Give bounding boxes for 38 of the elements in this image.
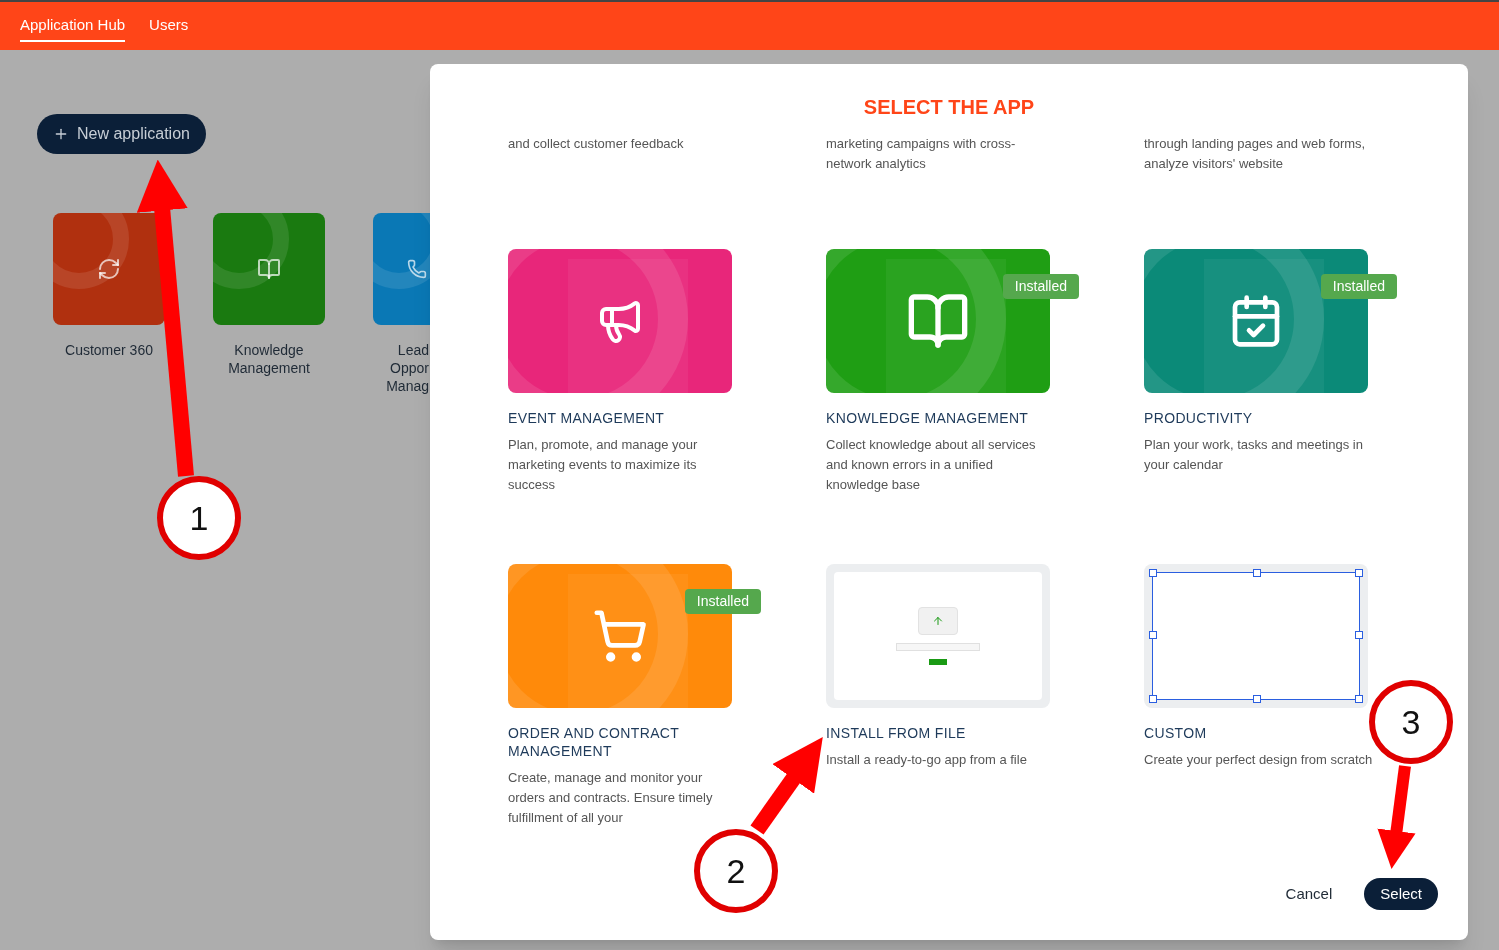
app-description: marketing campaigns with cross-network analytics [826, 135, 1017, 173]
app-description: and collect customer feedback [508, 135, 685, 153]
app-tile[interactable] [508, 249, 732, 393]
app-description: Create your perfect design from scratch [1144, 751, 1374, 769]
app-description: Collect knowledge about all services and known errors in a unified knowledge base [826, 436, 1037, 494]
app-name: Oppor [390, 359, 429, 377]
app-title: CUSTOM [1144, 724, 1208, 742]
app-name: Management [228, 359, 310, 377]
select-button[interactable]: Select [1364, 878, 1438, 910]
installed-badge: Installed [1002, 274, 1079, 299]
app-name: Knowledge [234, 341, 304, 359]
new-application-button[interactable]: New application [37, 114, 206, 154]
app-description: Create, manage and monitor your orders and contracts. Ensure timely fulfillment of all your [508, 769, 714, 827]
app-description: Install a ready-to-go app from a file [826, 751, 1028, 769]
cart-icon [592, 608, 648, 664]
app-tile[interactable] [213, 213, 325, 325]
app-description: Plan your work, tasks and meetings in your calendar [1144, 436, 1364, 474]
plus-icon [53, 126, 69, 142]
app-title: INSTALL FROM FILE [826, 724, 967, 742]
app-name: Customer 360 [65, 341, 153, 359]
progress-mark [929, 659, 947, 665]
step-number: 1 [157, 476, 241, 560]
app-description: through landing pages and web forms, analyze visitors' website [1144, 135, 1367, 173]
custom-tile[interactable] [1144, 564, 1368, 708]
app-name: Lead [397, 341, 429, 359]
installed-badge: Installed [1320, 274, 1397, 299]
cancel-button[interactable]: Cancel [1285, 882, 1333, 906]
app-name: Manag [386, 377, 429, 395]
installed-badge: Installed [684, 589, 761, 614]
app-tile[interactable] [53, 213, 165, 325]
app-title: PRODUCTIVITY [1144, 409, 1254, 427]
dialog-title: SELECT THE APP [862, 96, 1036, 118]
app-title: EVENT MANAGEMENT [508, 409, 666, 427]
folder-upload-icon [918, 607, 958, 635]
app-description: Plan, promote, and manage your marketing events to maximize its success [508, 436, 699, 494]
app-title: KNOWLEDGE MANAGEMENT [826, 409, 1030, 427]
app-title: ORDER AND CONTRACT MANAGEMENT [508, 724, 680, 760]
install-file-tile[interactable] [826, 564, 1050, 708]
